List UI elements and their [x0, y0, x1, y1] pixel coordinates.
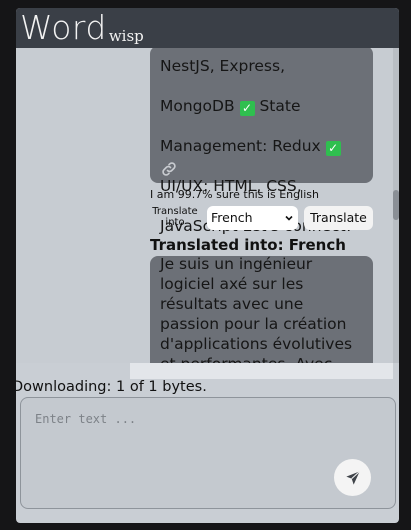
chat-area[interactable]: NestJS, Express, MongoDB ✓ State Managem… — [16, 48, 399, 363]
message-line: NestJS, Express, — [160, 57, 285, 75]
check-icon: ✓ — [325, 141, 341, 156]
translation-bubble: Je suis un ingénieur logiciel axé sur le… — [150, 255, 373, 363]
send-button[interactable] — [334, 459, 371, 496]
selected-language: French — [211, 210, 253, 225]
translation-text: Je suis un ingénieur logiciel axé sur le… — [160, 255, 353, 363]
message-line: Management: Redux ✓ — [160, 136, 365, 156]
scrollbar-thumb[interactable] — [393, 190, 399, 220]
language-detection-text: I am 99.7% sure this is English — [150, 188, 319, 201]
message-fragment: Management: Redux — [160, 137, 321, 155]
horizontal-scrollbar[interactable] — [130, 363, 393, 379]
app-header: Word wisp — [16, 8, 399, 48]
language-select[interactable]: French — [207, 206, 298, 230]
download-status: Downloading: 1 of 1 bytes. — [16, 379, 207, 395]
check-icon: ✓ — [239, 101, 255, 116]
translate-into-label: Translate into — [152, 206, 198, 228]
logo-main-text: Word — [20, 8, 107, 47]
message-line: MongoDB ✓ State — [160, 96, 365, 116]
chevron-down-icon — [284, 211, 294, 226]
link-icon[interactable] — [160, 160, 178, 183]
translate-button[interactable]: Translate — [304, 206, 373, 230]
text-input[interactable] — [33, 408, 337, 430]
app-screen: Word wisp NestJS, Express, MongoDB ✓ Stat… — [16, 8, 399, 523]
translation-title: Translated into: French — [150, 236, 346, 254]
logo-sub-text: wisp — [108, 27, 144, 45]
app-logo: Word wisp — [20, 8, 144, 48]
message-fragment: MongoDB — [160, 97, 235, 115]
user-message-bubble: NestJS, Express, MongoDB ✓ State Managem… — [150, 48, 373, 235]
message-composer — [20, 397, 396, 509]
message-fragment: State — [259, 97, 301, 115]
send-icon — [346, 470, 361, 485]
